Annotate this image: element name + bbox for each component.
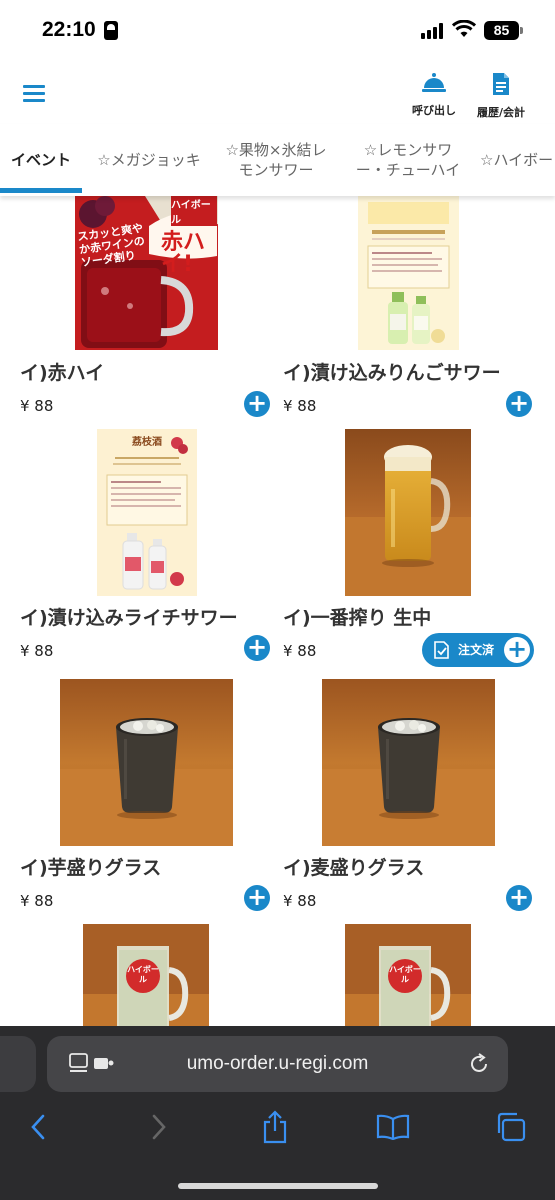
previous-tab-preview[interactable] bbox=[0, 1036, 36, 1092]
tab-highball[interactable]: ☆ハイボー bbox=[480, 124, 555, 196]
back-icon[interactable] bbox=[29, 1113, 47, 1141]
document-icon bbox=[493, 73, 509, 95]
reload-icon[interactable] bbox=[468, 1053, 490, 1075]
plus-icon: + bbox=[246, 389, 268, 417]
product-image-highball-mug[interactable]: ハイボール bbox=[83, 924, 209, 1026]
mug-logo-text: ハイボール bbox=[127, 965, 159, 984]
address-bar[interactable]: umo-order.u-regi.com bbox=[47, 1036, 508, 1092]
history-label: 履歴/会計 bbox=[476, 106, 526, 119]
poster-title-lychee: 荔枝酒 bbox=[132, 437, 162, 448]
bell-icon bbox=[422, 73, 446, 92]
active-tab-indicator bbox=[0, 188, 82, 193]
call-staff-button[interactable]: 呼び出し bbox=[408, 72, 460, 118]
bookmarks-icon[interactable] bbox=[376, 1114, 410, 1140]
plus-icon: + bbox=[508, 389, 530, 417]
battery-indicator: 85 bbox=[484, 21, 523, 40]
status-bar: 22:10 85 bbox=[0, 0, 555, 62]
product-price: ¥ 88 bbox=[20, 892, 54, 910]
product-name[interactable]: イ)漬け込みライチサワー bbox=[20, 603, 238, 630]
product-price: ¥ 88 bbox=[283, 892, 317, 910]
product-name[interactable]: イ)赤ハイ bbox=[20, 358, 104, 385]
add-to-cart-button[interactable]: + bbox=[506, 391, 532, 417]
product-name[interactable]: イ)麦盛りグラス bbox=[283, 853, 424, 880]
hamburger-menu-icon[interactable] bbox=[23, 85, 45, 102]
history-button[interactable]: 履歴/会計 bbox=[470, 72, 532, 120]
poster-title-aka-high: 赤ハイ! bbox=[161, 230, 206, 277]
product-image-lychee-sour[interactable]: 荔枝酒 bbox=[97, 429, 197, 596]
product-name[interactable]: イ)一番搾り 生中 bbox=[283, 603, 431, 630]
product-price: ¥ 88 bbox=[283, 642, 317, 660]
call-staff-label: 呼び出し bbox=[412, 104, 456, 117]
product-name[interactable]: イ)芋盛りグラス bbox=[20, 853, 161, 880]
plus-icon: + bbox=[504, 637, 530, 663]
home-indicator bbox=[178, 1183, 378, 1189]
id-badge-icon bbox=[104, 21, 118, 40]
tabs-icon[interactable] bbox=[495, 1112, 527, 1142]
plus-icon: + bbox=[246, 633, 268, 661]
add-to-cart-button[interactable]: + bbox=[244, 635, 270, 661]
product-image-mugi-glass[interactable] bbox=[322, 679, 495, 846]
browser-chrome: umo-order.u-regi.com bbox=[0, 1026, 555, 1200]
product-image-red-highball[interactable]: 赤ハイ! ハイボール スカッと爽やか赤ワインのソーダ割り bbox=[75, 196, 218, 350]
status-time: 22:10 bbox=[42, 18, 96, 41]
app-header: 呼び出し 履歴/会計 bbox=[0, 62, 555, 124]
category-tabs: イベント ☆メガジョッキ ☆果物×氷結レモンサワー ☆レモンサワー・チューハイ … bbox=[0, 124, 555, 196]
ordered-add-button[interactable]: 注文済 + bbox=[422, 633, 534, 667]
forward-icon bbox=[152, 1114, 166, 1140]
product-image-imo-glass[interactable] bbox=[60, 679, 233, 846]
add-to-cart-button[interactable]: + bbox=[244, 391, 270, 417]
product-price: ¥ 88 bbox=[20, 642, 54, 660]
product-name[interactable]: イ)漬け込みりんごサワー bbox=[283, 358, 501, 385]
plus-icon: + bbox=[246, 883, 268, 911]
product-image-highball-mug[interactable]: ハイボール bbox=[345, 924, 471, 1026]
product-image-apple-sour[interactable] bbox=[358, 196, 459, 350]
wifi-icon bbox=[452, 20, 476, 37]
tab-fruit-hyoketsu[interactable]: ☆果物×氷結レモンサワー bbox=[222, 124, 330, 196]
url-text[interactable]: umo-order.u-regi.com bbox=[47, 1053, 508, 1075]
plus-icon: + bbox=[508, 883, 530, 911]
share-icon[interactable] bbox=[261, 1110, 289, 1144]
product-price: ¥ 88 bbox=[20, 397, 54, 415]
ordered-label: 注文済 bbox=[458, 643, 495, 657]
product-grid: 赤ハイ! ハイボール スカッと爽やか赤ワインのソーダ割り イ)赤ハイ ¥ 88 … bbox=[0, 196, 555, 1026]
check-document-icon bbox=[434, 641, 449, 659]
poster-caption: ハイボール bbox=[171, 196, 217, 226]
tab-event[interactable]: イベント bbox=[0, 124, 82, 196]
add-to-cart-button[interactable]: + bbox=[506, 885, 532, 911]
cellular-signal-icon bbox=[421, 23, 447, 39]
product-price: ¥ 88 bbox=[283, 397, 317, 415]
tab-lemon-sour[interactable]: ☆レモンサワー・チューハイ bbox=[352, 124, 464, 196]
add-to-cart-button[interactable]: + bbox=[244, 885, 270, 911]
product-image-draft-beer[interactable] bbox=[345, 429, 471, 596]
mug-logo-text: ハイボール bbox=[389, 965, 421, 984]
tab-mega-jockey[interactable]: ☆メガジョッキ bbox=[90, 124, 208, 196]
